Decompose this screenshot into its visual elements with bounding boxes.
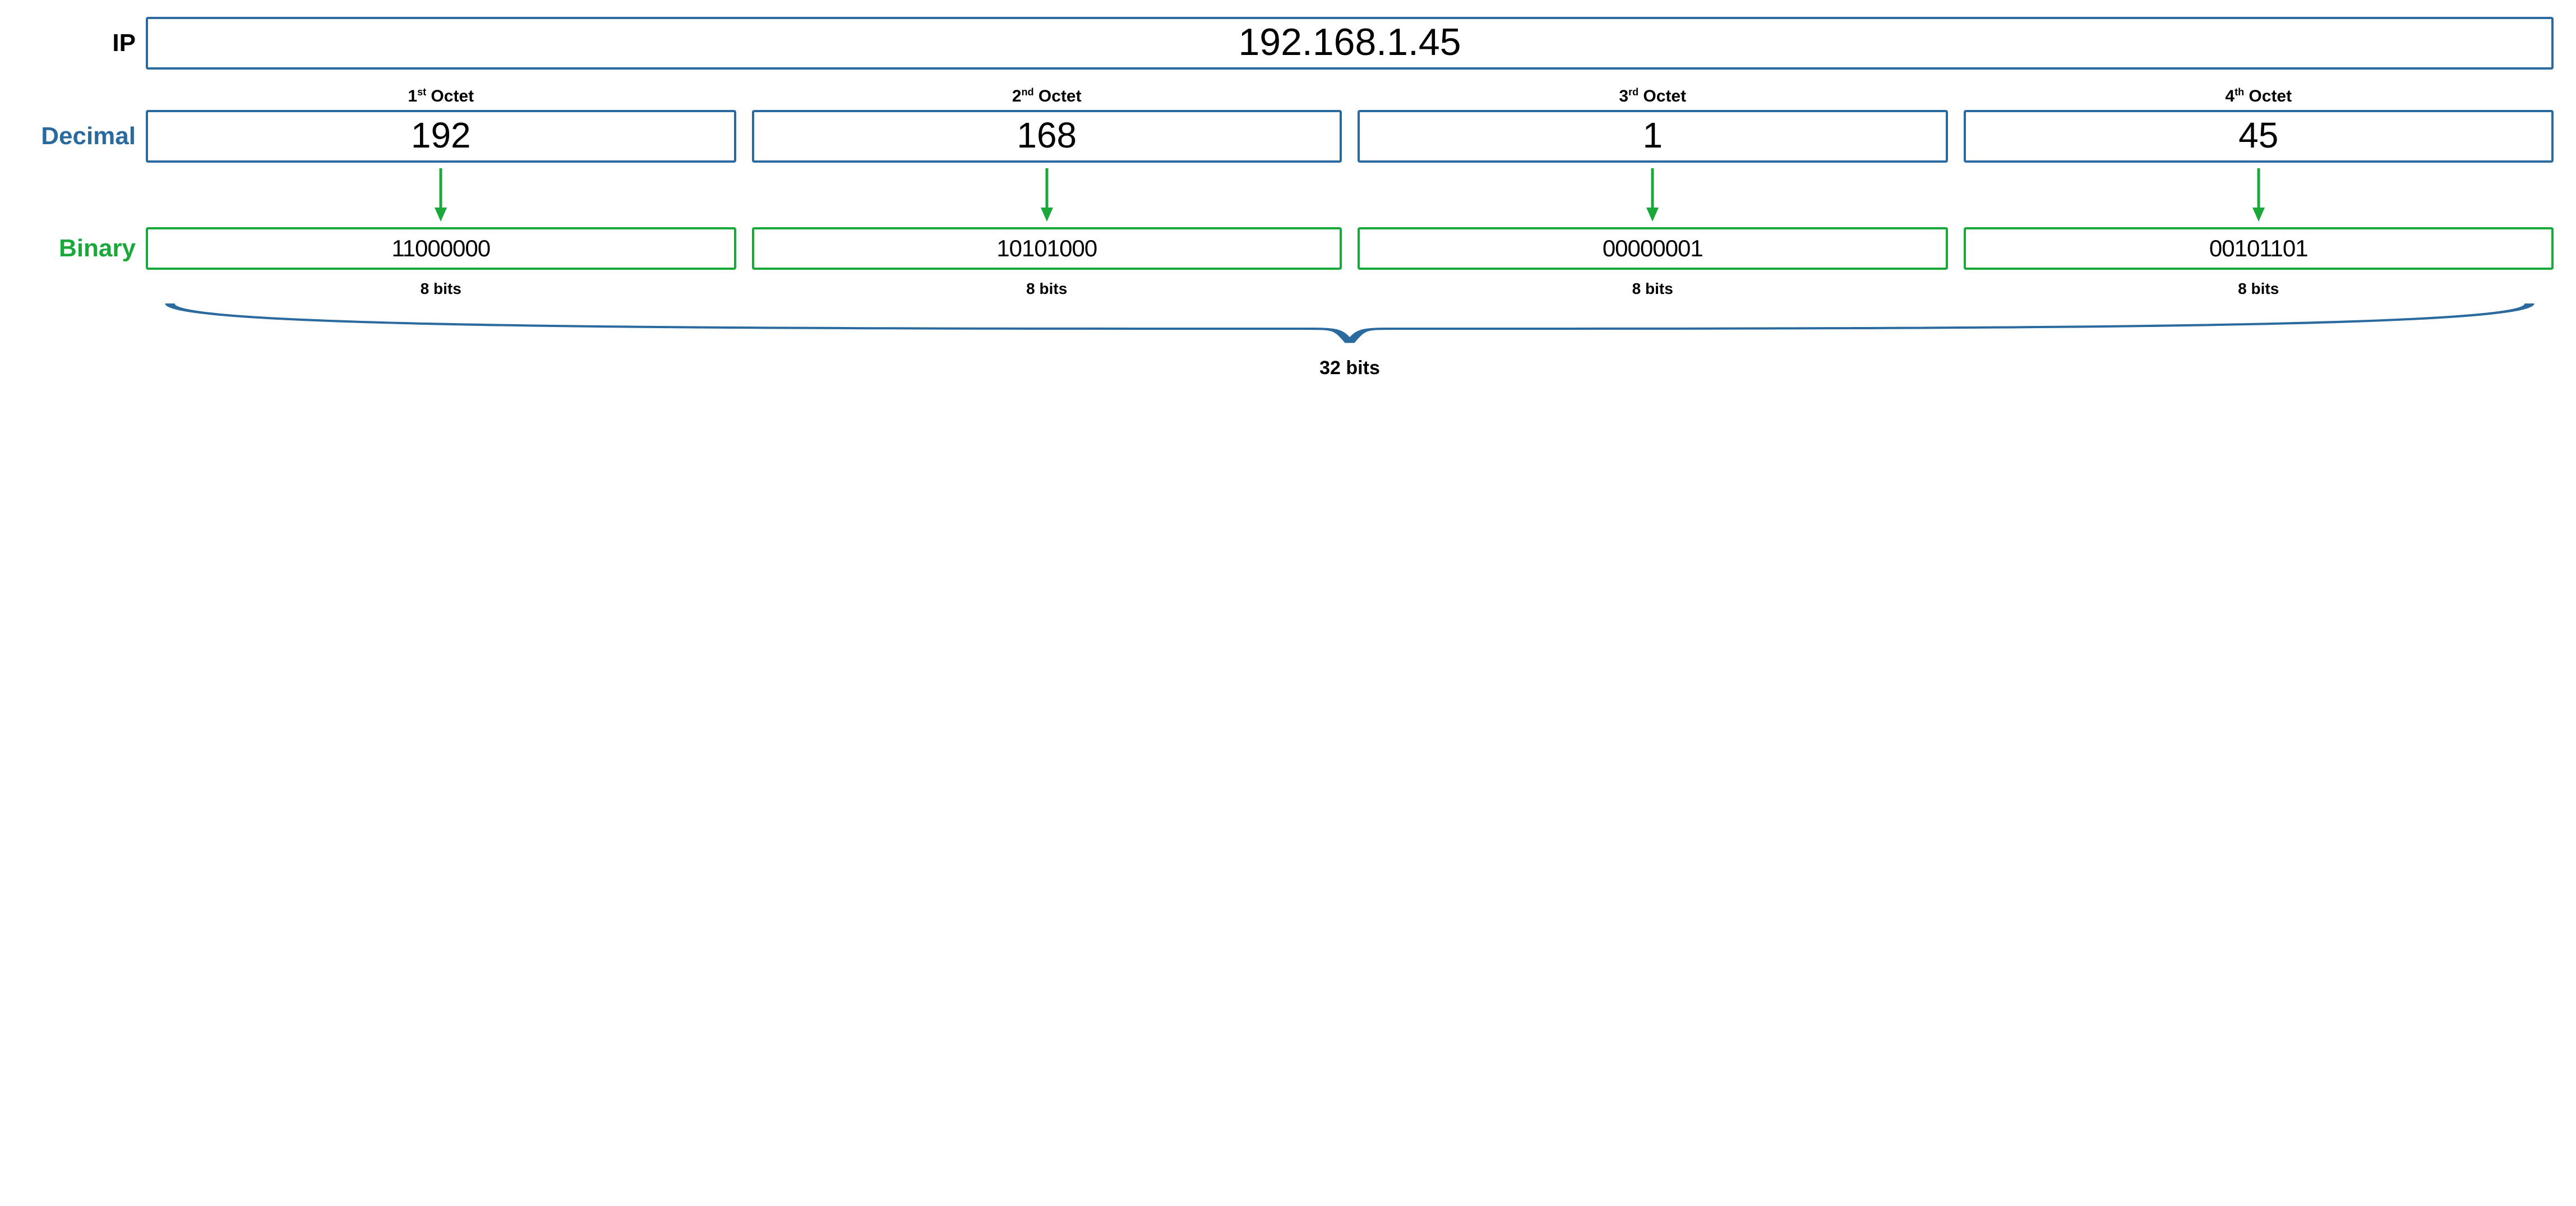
bits-label: 8 bits <box>1632 280 1673 298</box>
octet-suffix: th <box>2235 86 2244 98</box>
bits-row: 8 bits 8 bits 8 bits 8 bits <box>22 275 2554 298</box>
octet-title-col: 4th Octet <box>1964 86 2554 109</box>
decimal-box: 1 <box>1358 110 1948 163</box>
decimal-label: Decimal <box>22 122 146 150</box>
binary-box: 11000000 <box>146 227 736 270</box>
ip-label: IP <box>22 29 146 57</box>
octet-word: Octet <box>1643 87 1686 105</box>
decimal-row: Decimal 192 168 1 45 <box>22 110 2554 163</box>
arrow-cell <box>1964 168 2554 222</box>
binary-col: 00101101 <box>1964 227 2554 270</box>
bits-label: 8 bits <box>2238 280 2279 298</box>
binary-box: 00101101 <box>1964 227 2554 270</box>
octet-word: Octet <box>2249 87 2292 105</box>
octet-suffix: rd <box>1628 86 1638 98</box>
decimal-col: 192 <box>146 110 736 163</box>
binary-label: Binary <box>22 234 146 263</box>
arrow-cell <box>146 168 736 222</box>
bits-col: 8 bits <box>752 275 1342 298</box>
octet-title: 4th Octet <box>2225 86 2292 106</box>
total-brace: 32 bits <box>146 298 2554 379</box>
total-bits-label: 32 bits <box>146 357 2554 379</box>
binary-col: 10101000 <box>752 227 1342 270</box>
binary-box: 10101000 <box>752 227 1342 270</box>
decimal-boxes: 192 168 1 45 <box>146 110 2554 163</box>
bits-label: 8 bits <box>1026 280 1067 298</box>
octet-ordinal: 4 <box>2225 87 2235 105</box>
ip-row: IP 192.168.1.45 <box>22 17 2554 70</box>
arrow-row <box>22 168 2554 222</box>
arrow-down-icon <box>2250 168 2267 222</box>
bits-label: 8 bits <box>421 280 461 298</box>
decimal-box: 45 <box>1964 110 2554 163</box>
binary-boxes: 11000000 10101000 00000001 00101101 <box>146 227 2554 270</box>
octet-titles: 1st Octet 2nd Octet 3rd Octet 4th Octet <box>146 86 2554 109</box>
octet-ordinal: 3 <box>1619 87 1628 105</box>
decimal-col: 45 <box>1964 110 2554 163</box>
spacer <box>22 85 146 110</box>
octet-title: 2nd Octet <box>1012 86 1082 106</box>
octet-word: Octet <box>1038 87 1082 105</box>
brace-icon <box>146 298 2554 354</box>
octet-title: 1st Octet <box>408 86 474 106</box>
bits-col: 8 bits <box>1964 275 2554 298</box>
octet-ordinal: 1 <box>408 87 417 105</box>
octet-title-col: 1st Octet <box>146 86 736 109</box>
bits-col: 8 bits <box>146 275 736 298</box>
arrow-down-icon <box>1644 168 1661 222</box>
arrow-down-icon <box>1038 168 1055 222</box>
arrow-down-icon <box>432 168 449 222</box>
octet-suffix: st <box>417 86 426 98</box>
binary-col: 00000001 <box>1358 227 1948 270</box>
decimal-col: 1 <box>1358 110 1948 163</box>
decimal-box: 168 <box>752 110 1342 163</box>
ip-address-box: 192.168.1.45 <box>146 17 2554 70</box>
octet-word: Octet <box>431 87 474 105</box>
octet-titles-row: 1st Octet 2nd Octet 3rd Octet 4th Octet <box>22 85 2554 110</box>
octet-title-col: 3rd Octet <box>1358 86 1948 109</box>
binary-col: 11000000 <box>146 227 736 270</box>
decimal-col: 168 <box>752 110 1342 163</box>
octet-ordinal: 2 <box>1012 87 1022 105</box>
arrows <box>146 168 2554 222</box>
bits-labels: 8 bits 8 bits 8 bits 8 bits <box>146 275 2554 298</box>
octet-suffix: nd <box>1022 86 1034 98</box>
octet-title: 3rd Octet <box>1619 86 1686 106</box>
arrow-cell <box>1358 168 1948 222</box>
binary-box: 00000001 <box>1358 227 1948 270</box>
arrow-cell <box>752 168 1342 222</box>
bits-col: 8 bits <box>1358 275 1948 298</box>
binary-row: Binary 11000000 10101000 00000001 001011… <box>22 227 2554 270</box>
decimal-box: 192 <box>146 110 736 163</box>
octet-title-col: 2nd Octet <box>752 86 1342 109</box>
